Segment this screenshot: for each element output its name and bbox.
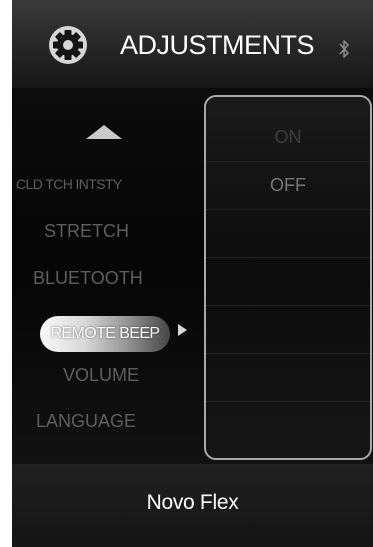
- gear-icon[interactable]: [48, 25, 88, 65]
- menu-item-bluetooth[interactable]: BLUETOOTH: [33, 268, 143, 289]
- footer-bar: Novo Flex: [12, 464, 373, 547]
- menu-item-language[interactable]: LANGUAGE: [36, 411, 136, 432]
- menu-item-remote-beep[interactable]: REMOTE BEEP: [40, 316, 170, 352]
- option-row[interactable]: [206, 353, 370, 402]
- option-on-label: ON: [274, 127, 302, 147]
- option-row[interactable]: OFF: [206, 161, 370, 210]
- option-row[interactable]: [206, 401, 370, 449]
- menu-item-cld-tch-intsty[interactable]: CLD TCH INTSTY: [16, 176, 122, 192]
- adjustments-content: CLD TCH INTSTY STRETCH BLUETOOTH REMOTE …: [12, 88, 373, 464]
- triangle-up-icon[interactable]: [86, 125, 122, 139]
- device-screen: ADJUSTMENTS CLD TCH INTSTY STRETCH BLUET…: [12, 0, 373, 547]
- triangle-right-icon: [178, 324, 187, 336]
- header-bar: ADJUSTMENTS: [12, 0, 373, 88]
- menu-item-stretch[interactable]: STRETCH: [44, 221, 129, 242]
- option-row[interactable]: [206, 257, 370, 306]
- bluetooth-icon: [339, 40, 349, 58]
- page-title: ADJUSTMENTS: [120, 30, 315, 60]
- option-off-label: OFF: [270, 175, 306, 195]
- option-row[interactable]: ON: [206, 113, 370, 162]
- option-row[interactable]: [206, 209, 370, 258]
- options-panel: ON OFF: [204, 95, 372, 460]
- device-name: Novo Flex: [146, 491, 239, 514]
- option-row[interactable]: [206, 305, 370, 354]
- menu-item-volume[interactable]: VOLUME: [63, 365, 139, 386]
